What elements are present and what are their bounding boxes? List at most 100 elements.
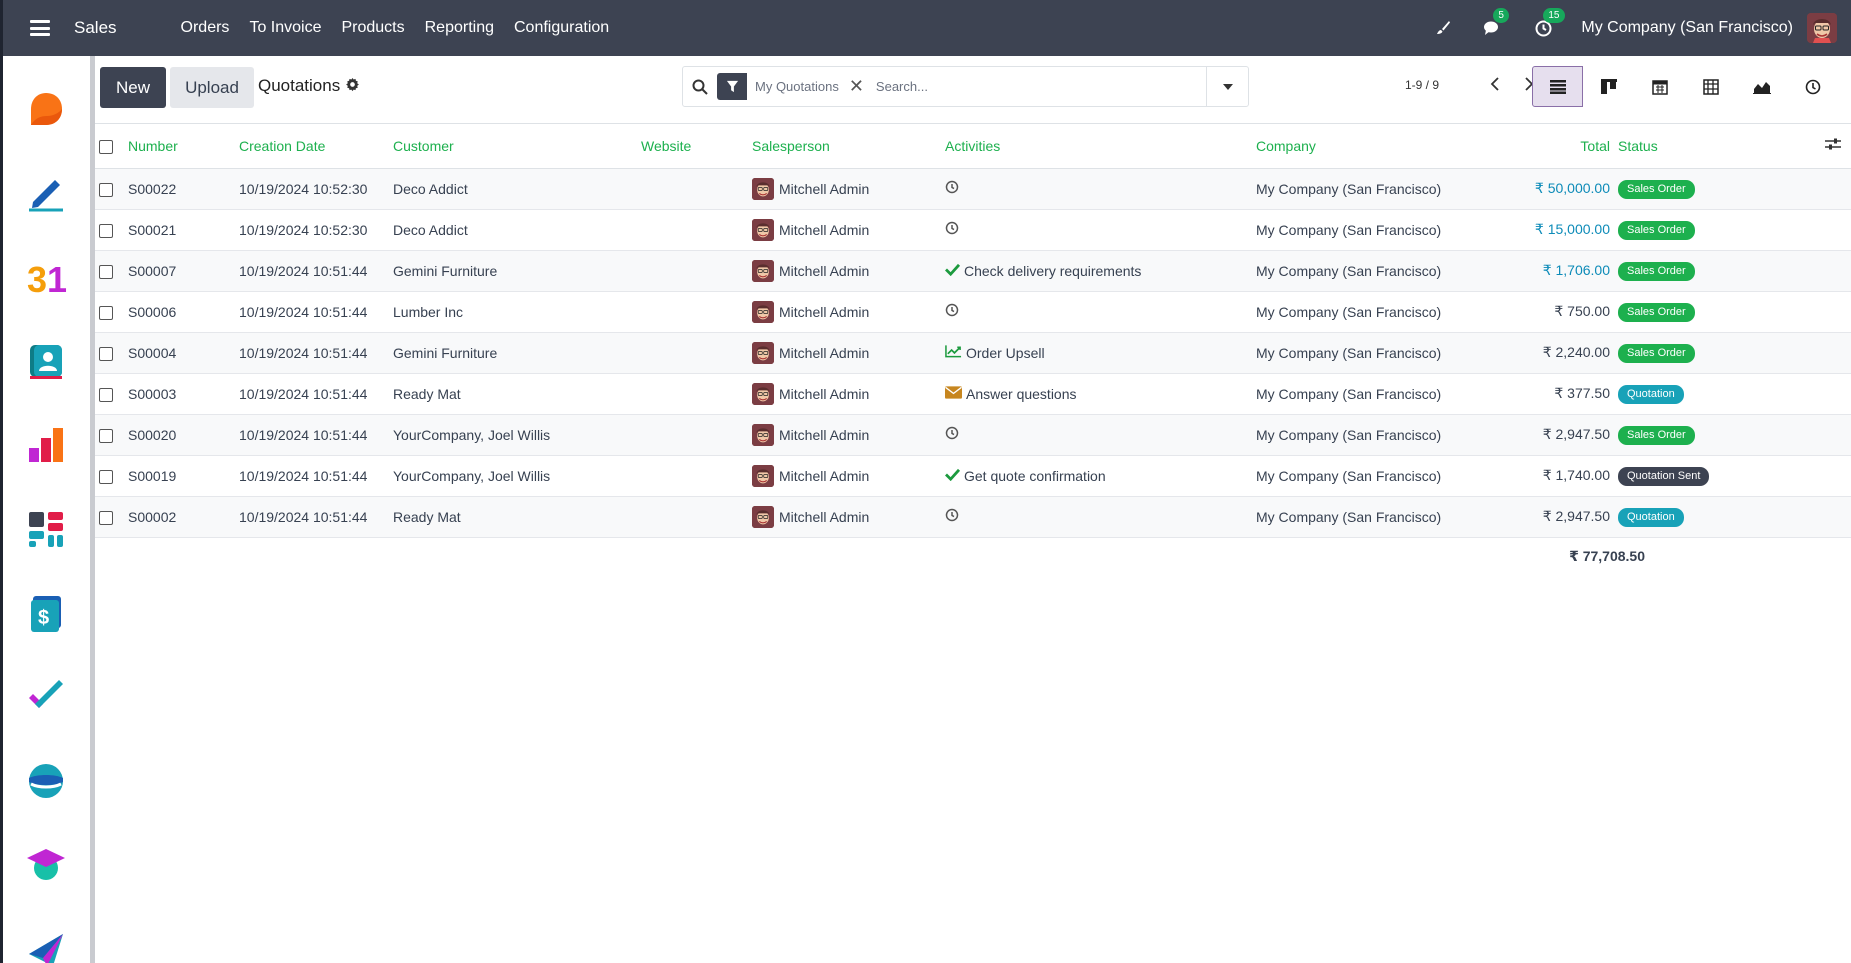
remove-facet-icon[interactable]: ✕ xyxy=(847,76,872,97)
brush-icon[interactable] xyxy=(1431,16,1455,40)
graph-view-icon[interactable] xyxy=(1736,66,1787,107)
table-row-s00004[interactable]: S00004 10/19/2024 10:51:44 Gemini Furnit… xyxy=(95,332,1851,374)
creation-date: 10/19/2024 10:51:44 xyxy=(239,373,393,415)
company-switcher[interactable]: My Company (San Francisco) xyxy=(1581,19,1793,37)
activity-view-icon[interactable] xyxy=(1787,66,1838,107)
table-row-s00019[interactable]: S00019 10/19/2024 10:51:44 YourCompany, … xyxy=(95,455,1851,497)
search-options-toggle[interactable] xyxy=(1206,67,1248,106)
row-checkbox[interactable] xyxy=(95,373,128,415)
table-row-s00002[interactable]: S00002 10/19/2024 10:51:44 Ready Mat Mit… xyxy=(95,496,1851,538)
contacts-icon[interactable] xyxy=(25,340,67,382)
menu-reporting[interactable]: Reporting xyxy=(415,19,504,37)
salesperson-name: Mitchell Admin xyxy=(779,467,870,484)
row-checkbox[interactable] xyxy=(95,250,128,292)
new-button[interactable]: New xyxy=(100,67,166,108)
header-number[interactable]: Number xyxy=(128,124,239,169)
elearning-icon[interactable] xyxy=(25,844,67,886)
pager-previous-icon[interactable] xyxy=(1483,72,1507,96)
clock-icon[interactable] xyxy=(945,303,963,320)
menu-to-invoice[interactable]: To Invoice xyxy=(239,19,331,37)
menu-orders[interactable]: Orders xyxy=(171,19,240,37)
salesperson-avatar xyxy=(752,300,774,323)
optional-columns-icon[interactable] xyxy=(1778,124,1851,169)
row-checkbox[interactable] xyxy=(95,496,128,538)
website xyxy=(641,250,752,292)
header-creation-date[interactable]: Creation Date xyxy=(239,124,393,169)
app-brand[interactable]: Sales xyxy=(74,18,117,38)
salesperson-avatar xyxy=(752,382,774,405)
list-view-icon[interactable] xyxy=(1532,66,1583,107)
clock-icon[interactable] xyxy=(945,180,963,197)
clock-icon[interactable] xyxy=(945,508,963,525)
dashboards-icon[interactable] xyxy=(25,424,67,466)
top-navbar: Sales Orders To Invoice Products Reporti… xyxy=(0,0,1851,56)
crm-icon[interactable] xyxy=(25,88,67,130)
app-menu-icon[interactable] xyxy=(30,20,50,36)
check-icon[interactable] xyxy=(945,263,964,279)
creation-date: 10/19/2024 10:51:44 xyxy=(239,414,393,456)
table-row-s00020[interactable]: S00020 10/19/2024 10:51:44 YourCompany, … xyxy=(95,414,1851,456)
website xyxy=(641,414,752,456)
salesperson-avatar xyxy=(752,341,774,364)
gear-icon[interactable] xyxy=(345,77,360,96)
page-title: Quotations xyxy=(258,76,341,95)
check-icon[interactable] xyxy=(945,468,964,484)
header-customer[interactable]: Customer xyxy=(393,124,641,169)
search-icon[interactable] xyxy=(683,79,717,95)
header-company[interactable]: Company xyxy=(1256,124,1501,169)
apps-icon[interactable] xyxy=(25,508,67,550)
clock-icon[interactable] xyxy=(945,426,963,443)
website xyxy=(641,373,752,415)
kanban-view-icon[interactable] xyxy=(1583,66,1634,107)
row-checkbox[interactable] xyxy=(95,332,128,374)
chart-icon[interactable] xyxy=(945,344,966,361)
row-checkbox[interactable] xyxy=(95,291,128,333)
salesperson-name: Mitchell Admin xyxy=(779,303,870,320)
header-total[interactable]: Total xyxy=(1501,124,1618,169)
discuss-icon[interactable] xyxy=(25,760,67,802)
pager-value[interactable]: 1-9 / 9 xyxy=(1405,78,1439,92)
row-checkbox[interactable] xyxy=(95,455,128,497)
activities-icon[interactable]: 15 xyxy=(1531,8,1565,40)
caret-down-icon xyxy=(1222,83,1233,90)
quotations-table: Number Creation Date Customer Website Sa… xyxy=(95,124,1851,538)
calendar-icon[interactable]: 31 xyxy=(25,256,67,300)
calendar-view-icon[interactable] xyxy=(1634,66,1685,107)
header-activities[interactable]: Activities xyxy=(945,124,1256,169)
salesperson-avatar xyxy=(752,464,774,487)
clock-icon[interactable] xyxy=(945,221,963,238)
menu-configuration[interactable]: Configuration xyxy=(504,19,619,37)
header-salesperson[interactable]: Salesperson xyxy=(752,124,945,169)
email-marketing-icon[interactable] xyxy=(25,928,67,963)
row-checkbox[interactable] xyxy=(95,168,128,210)
user-avatar[interactable] xyxy=(1807,13,1837,43)
sign-icon[interactable] xyxy=(25,172,67,214)
select-all-checkbox[interactable] xyxy=(95,124,128,169)
header-website[interactable]: Website xyxy=(641,124,752,169)
svg-text:1: 1 xyxy=(47,259,67,298)
activity-summary: Answer questions xyxy=(966,385,1077,402)
invoicing-icon[interactable]: $ xyxy=(25,592,67,634)
upload-button[interactable]: Upload xyxy=(170,67,254,108)
row-checkbox[interactable] xyxy=(95,209,128,251)
order-number: S00007 xyxy=(128,250,239,292)
table-row-s00022[interactable]: S00022 10/19/2024 10:52:30 Deco Addict M… xyxy=(95,168,1851,210)
header-status[interactable]: Status xyxy=(1618,124,1778,169)
table-row-s00007[interactable]: S00007 10/19/2024 10:51:44 Gemini Furnit… xyxy=(95,250,1851,292)
table-row-s00003[interactable]: S00003 10/19/2024 10:51:44 Ready Mat Mit… xyxy=(95,373,1851,415)
pivot-view-icon[interactable] xyxy=(1685,66,1736,107)
table-row-s00006[interactable]: S00006 10/19/2024 10:51:44 Lumber Inc Mi… xyxy=(95,291,1851,333)
row-checkbox[interactable] xyxy=(95,414,128,456)
activity-summary: Check delivery requirements xyxy=(964,262,1142,279)
menu-products[interactable]: Products xyxy=(331,19,414,37)
envelope-icon[interactable] xyxy=(945,385,966,402)
project-icon[interactable] xyxy=(25,676,67,718)
creation-date: 10/19/2024 10:52:30 xyxy=(239,209,393,251)
activities-badge: 15 xyxy=(1543,8,1565,23)
messages-icon[interactable]: 5 xyxy=(1481,8,1509,40)
order-number: S00019 xyxy=(128,455,239,497)
website xyxy=(641,209,752,251)
status-badge: Sales Order xyxy=(1618,425,1695,445)
search-input[interactable] xyxy=(871,68,1202,105)
table-row-s00021[interactable]: S00021 10/19/2024 10:52:30 Deco Addict M… xyxy=(95,209,1851,251)
